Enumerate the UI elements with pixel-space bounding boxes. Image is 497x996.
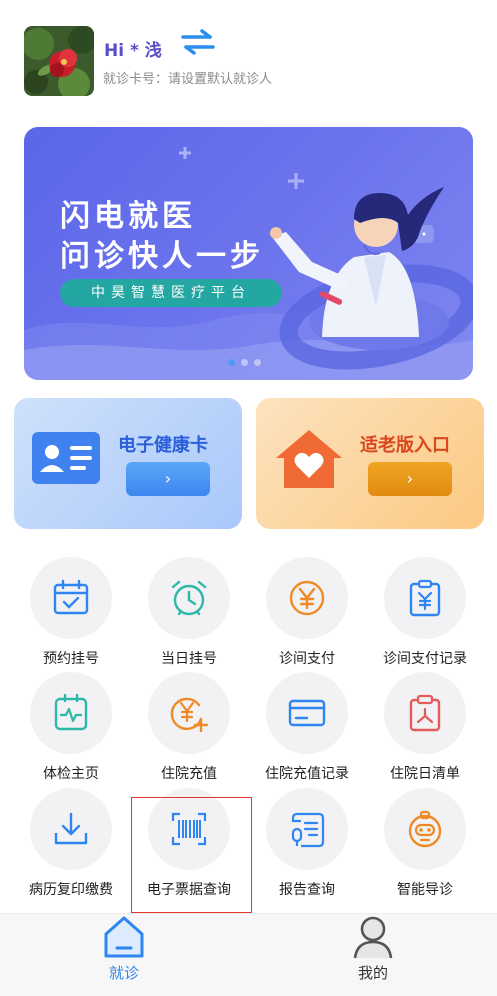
tab-visit[interactable]: 就诊	[64, 914, 184, 996]
grid-label: 住院充值记录	[265, 766, 349, 782]
grid-label: 电子票据查询	[147, 882, 231, 898]
grid-label: 诊间支付	[279, 651, 335, 667]
alarm-clock-icon	[171, 580, 207, 616]
grid-icon-bg	[266, 788, 348, 870]
avatar[interactable]	[24, 26, 94, 96]
banner-subtitle: 中昊智慧医疗平台	[60, 279, 282, 307]
calendar-check-icon	[53, 579, 89, 615]
barcode-scan-icon	[171, 812, 207, 846]
greeting: Hi * 浅	[104, 41, 162, 61]
yen-coin-icon	[289, 580, 325, 616]
grid-label: 体检主页	[43, 766, 99, 782]
grid-icon-bg	[384, 672, 466, 754]
carousel-dot-active[interactable]	[228, 359, 235, 366]
id-card-icon	[32, 432, 100, 484]
grid-item-inpatient-daily-list[interactable]: 住院日清单	[366, 672, 484, 782]
grid-icon-bg	[266, 557, 348, 639]
grid-item-appointment[interactable]: 预约挂号	[12, 557, 130, 667]
health-card-title: 电子健康卡	[118, 435, 208, 456]
carousel-dot[interactable]	[254, 359, 261, 366]
grid-item-checkup[interactable]: 体检主页	[12, 672, 130, 782]
grid-label: 病历复印缴费	[29, 882, 113, 898]
swap-arrows-icon[interactable]	[180, 28, 216, 56]
grid-icon-bg	[148, 672, 230, 754]
card-number-hint[interactable]: 就诊卡号：请设置默认就诊人	[103, 68, 272, 87]
grid-icon-bg	[384, 557, 466, 639]
promo-banner[interactable]: 闪电就医 问诊快人一步 中昊智慧医疗平台	[24, 127, 473, 380]
house-heart-icon	[276, 430, 342, 488]
grid-item-inpatient-topup[interactable]: 住院充值	[130, 672, 248, 782]
tab-mine[interactable]: 我的	[313, 914, 433, 996]
elder-mode-title: 适老版入口	[360, 435, 450, 456]
yen-plus-icon	[170, 697, 209, 733]
grid-item-clinic-payment[interactable]: 诊间支付	[248, 557, 366, 667]
health-card-entry[interactable]: 电子健康卡 ›	[14, 398, 242, 529]
robot-icon	[408, 810, 442, 848]
yen-clipboard-icon	[409, 579, 441, 617]
card-record-icon	[288, 699, 326, 727]
grid-label: 住院充值	[161, 766, 217, 782]
grid-label: 当日挂号	[161, 651, 217, 667]
grid-item-smart-triage[interactable]: 智能导诊	[366, 788, 484, 898]
home-icon	[104, 916, 144, 958]
carousel-dot[interactable]	[241, 359, 248, 366]
grid-item-record-copy-payment[interactable]: 病历复印缴费	[12, 788, 130, 898]
tab-label: 我的	[357, 964, 388, 982]
tab-label: 就诊	[108, 964, 139, 982]
grid-label: 预约挂号	[43, 651, 99, 667]
grid-icon-bg	[266, 672, 348, 754]
grid-item-inpatient-topup-record[interactable]: 住院充值记录	[248, 672, 366, 782]
grid-icon-bg	[384, 788, 466, 870]
grid-label: 智能导诊	[397, 882, 453, 898]
grid-item-report-query[interactable]: 报告查询	[248, 788, 366, 898]
elder-mode-entry[interactable]: 适老版入口 ›	[256, 398, 484, 529]
grid-icon-bg	[148, 557, 230, 639]
grid-icon-bg	[30, 788, 112, 870]
grid-icon-bg	[148, 788, 230, 870]
grid-label: 报告查询	[279, 882, 335, 898]
daily-list-icon	[409, 694, 441, 732]
banner-title-line1: 闪电就医	[60, 199, 196, 234]
health-card-button[interactable]: ›	[126, 462, 210, 496]
grid-label: 诊间支付记录	[383, 651, 467, 667]
grid-icon-bg	[30, 557, 112, 639]
banner-title-line2: 问诊快人一步	[60, 239, 264, 274]
carousel-dots[interactable]	[228, 359, 261, 366]
report-scroll-icon	[291, 812, 325, 848]
user-icon	[353, 916, 393, 959]
grid-item-e-invoice-query[interactable]: 电子票据查询	[130, 788, 248, 898]
grid-item-clinic-payment-record[interactable]: 诊间支付记录	[366, 557, 484, 667]
health-monitor-icon	[54, 693, 88, 731]
elder-mode-button[interactable]: ›	[368, 462, 452, 496]
grid-icon-bg	[30, 672, 112, 754]
grid-item-same-day[interactable]: 当日挂号	[130, 557, 248, 667]
grid-label: 住院日清单	[390, 766, 460, 782]
download-tray-icon	[54, 812, 88, 845]
tab-bar: 就诊 我的	[0, 913, 497, 996]
